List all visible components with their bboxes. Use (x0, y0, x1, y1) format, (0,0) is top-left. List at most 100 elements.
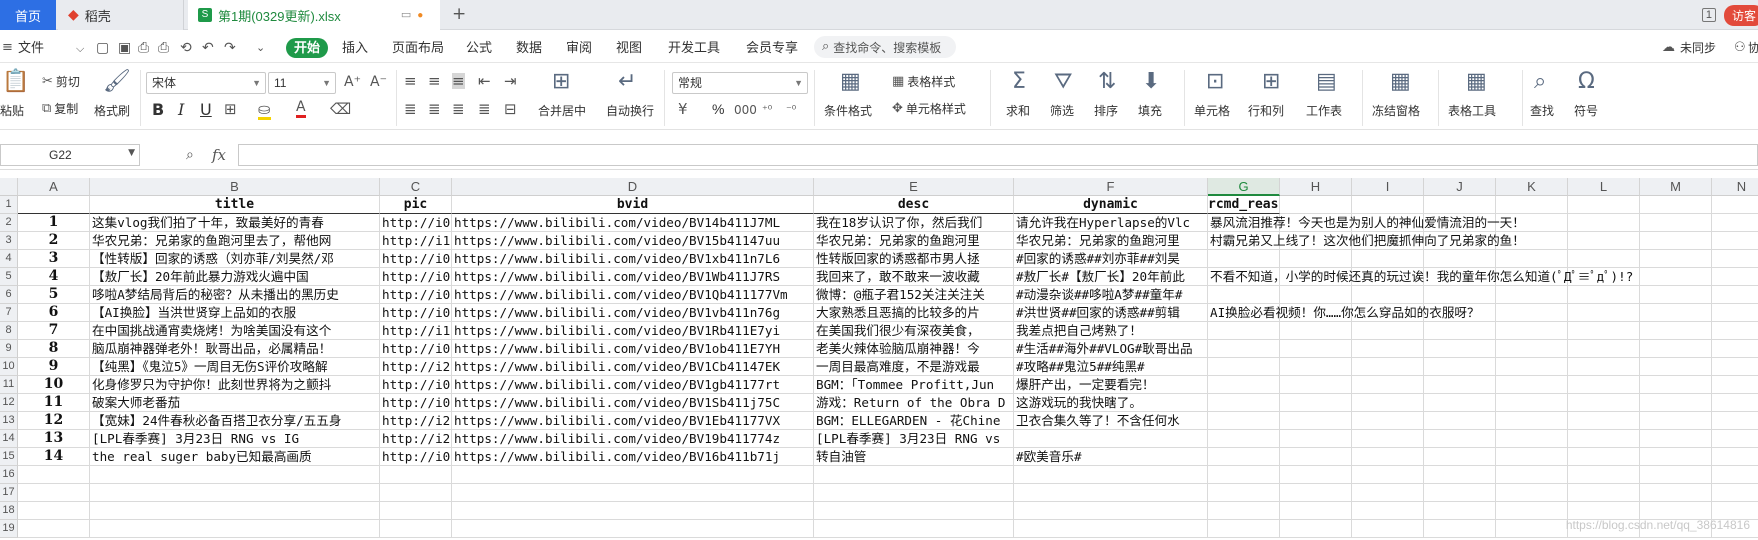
row-header-12[interactable]: 12 (0, 394, 18, 412)
symbol-icon[interactable]: Ω (1578, 70, 1595, 94)
italic-button[interactable]: I (178, 100, 184, 119)
grid-cell[interactable] (1352, 430, 1424, 448)
grid-cell[interactable] (1424, 250, 1496, 268)
export-icon[interactable]: ⟲ (180, 40, 192, 56)
border-icon[interactable]: ⊞ (224, 101, 237, 117)
row-header-2[interactable]: 2 (0, 214, 18, 232)
table-tools-icon[interactable]: ▦ (1466, 70, 1487, 94)
copy-button[interactable]: ⧉ 复制 (42, 100, 78, 117)
grid-cell[interactable] (1496, 376, 1568, 394)
grid-cell[interactable] (814, 466, 1014, 484)
tab-formulas[interactable]: 公式 (466, 38, 492, 58)
grid-cell[interactable] (380, 502, 452, 520)
grid-cell[interactable] (90, 484, 380, 502)
header-cell-bvid[interactable]: bvid (452, 196, 814, 214)
grid-cell[interactable] (1352, 394, 1424, 412)
wrap-text-icon[interactable]: ↵ (618, 70, 636, 94)
row-header-8[interactable]: 8 (0, 322, 18, 340)
indent-increase-icon[interactable]: ⇥ (504, 73, 517, 89)
quick-access-more-icon[interactable]: ⌄ (256, 40, 265, 56)
tab-spreadsheet-file[interactable]: S 第1期(0329更新).xlsx ▭ ● (188, 0, 440, 30)
cell-dynamic[interactable]: 卫衣合集久等了！不含任何水 (1014, 412, 1208, 430)
grid-cell[interactable] (1424, 286, 1496, 304)
row-header-18[interactable]: 18 (0, 502, 18, 520)
cell-num[interactable]: 8 (18, 340, 90, 358)
clear-format-icon[interactable]: ⌫ (330, 101, 351, 117)
find-button[interactable]: 查找 (1530, 102, 1554, 119)
grid-cell[interactable] (1014, 502, 1208, 520)
cell-dynamic[interactable]: 请允许我在Hyperlapse的Vlc (1014, 214, 1208, 232)
sync-status[interactable]: 未同步 (1680, 38, 1716, 58)
cell-rcmd[interactable] (1208, 340, 1280, 358)
cell-bvid[interactable]: https://www.bilibili.com/video/BV1ob411E… (452, 340, 814, 358)
select-all-corner[interactable] (0, 178, 18, 196)
grid-cell[interactable] (1712, 394, 1758, 412)
tab-page-layout[interactable]: 页面布局 (392, 38, 444, 58)
cell-rcmd[interactable] (1208, 430, 1280, 448)
cell-num[interactable]: 10 (18, 376, 90, 394)
cell-bvid[interactable]: https://www.bilibili.com/video/BV14b411J… (452, 214, 814, 232)
cell-rcmd[interactable] (1208, 394, 1280, 412)
cell-desc[interactable]: 性转版回家的诱惑都市男人拯 (814, 250, 1014, 268)
cell-title[interactable]: 【敖厂长】20年前此暴力游戏火遍中国 (90, 268, 380, 286)
grid-cell[interactable] (1208, 520, 1280, 538)
visitor-button[interactable]: 访客 (1723, 4, 1758, 26)
grid-cell[interactable] (452, 520, 814, 538)
align-center-icon[interactable]: ≣ (428, 101, 441, 117)
header-cell-title[interactable]: title (90, 196, 380, 214)
cell-dynamic[interactable] (1014, 430, 1208, 448)
cell-title[interactable]: 脑瓜崩神器弹老外！耿哥出品，必属精品！ (90, 340, 380, 358)
cell-bvid[interactable]: https://www.bilibili.com/video/BV1Rb411E… (452, 322, 814, 340)
cell-dynamic[interactable]: #回家的诱惑##刘亦菲##刘昊 (1014, 250, 1208, 268)
grid-cell[interactable] (1496, 340, 1568, 358)
grid-cell[interactable] (1568, 466, 1640, 484)
cell-num[interactable]: 13 (18, 430, 90, 448)
cell-rcmd[interactable] (1208, 376, 1280, 394)
table-style-button[interactable]: ▦ 表格样式 (892, 73, 955, 90)
name-box[interactable]: G22 ▼ (0, 144, 140, 166)
grid-cell[interactable] (1496, 502, 1568, 520)
grid-cell[interactable] (18, 502, 90, 520)
row-header-6[interactable]: 6 (0, 286, 18, 304)
cell-pic[interactable]: http://i0 (380, 394, 452, 412)
column-header-j[interactable]: J (1424, 178, 1496, 196)
grid-cell[interactable] (1712, 322, 1758, 340)
cell-pic[interactable]: http://i2 (380, 358, 452, 376)
grid-cell[interactable] (1496, 412, 1568, 430)
grid-cell[interactable] (1712, 268, 1758, 286)
grid-cell[interactable] (1568, 250, 1640, 268)
underline-button[interactable]: U (200, 100, 212, 119)
cell-rcmd[interactable] (1208, 250, 1280, 268)
column-header-b[interactable]: B (90, 178, 380, 196)
cell-pic[interactable]: http://i0 (380, 286, 452, 304)
grid-cell[interactable] (1568, 340, 1640, 358)
grid-cell[interactable] (1280, 196, 1352, 214)
number-format-select[interactable]: 常规 ▼ (672, 72, 808, 94)
grid-cell[interactable] (1280, 502, 1352, 520)
grid-cell[interactable] (1352, 322, 1424, 340)
distributed-icon[interactable]: ⊟ (504, 101, 517, 117)
grid-cell[interactable] (1280, 448, 1352, 466)
justify-icon[interactable]: ≣ (478, 101, 491, 117)
column-header-m[interactable]: M (1640, 178, 1712, 196)
grid-cell[interactable] (1568, 214, 1640, 232)
grid-cell[interactable] (1280, 412, 1352, 430)
cell-num[interactable]: 1 (18, 214, 90, 232)
cell-bvid[interactable]: https://www.bilibili.com/video/BV1Qb4111… (452, 286, 814, 304)
cell-pic[interactable]: http://i0 (380, 250, 452, 268)
print-preview-icon[interactable]: ⎙ (138, 40, 149, 56)
cell-title[interactable]: 【纯黑】《鬼泣5》一周目无伤S评价攻略解 (90, 358, 380, 376)
grid-cell[interactable] (1280, 286, 1352, 304)
hamburger-menu-icon[interactable]: ≡ (2, 40, 13, 56)
align-right-icon[interactable]: ≣ (452, 101, 465, 117)
cell-desc[interactable]: 我在18岁认识了你，然后我们 (814, 214, 1014, 232)
decrease-decimal-icon[interactable]: ⁻⁰ (786, 102, 796, 118)
format-painter-button[interactable]: 格式刷 (94, 102, 130, 119)
tab-home-ribbon[interactable]: 开始 (286, 38, 329, 58)
tab-daoke[interactable]: ◆ 稻壳 (58, 0, 184, 30)
window-count-badge[interactable]: 1 (1701, 8, 1716, 22)
find-icon[interactable]: ⌕ (1534, 70, 1546, 94)
grid-cell[interactable] (1424, 376, 1496, 394)
formula-input[interactable] (238, 144, 1758, 166)
paste-icon[interactable]: 📋 (2, 70, 29, 94)
